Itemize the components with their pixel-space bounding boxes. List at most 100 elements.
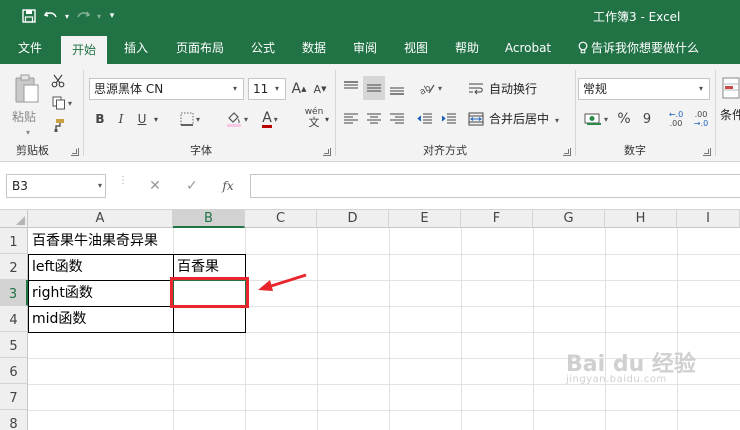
tab-insert[interactable]: 插入 bbox=[116, 32, 156, 64]
row-header-3[interactable]: 3 bbox=[0, 280, 28, 306]
chevron-down-icon: ▾ bbox=[698, 84, 703, 93]
cell-a4[interactable]: mid函数 bbox=[29, 307, 86, 331]
enter-icon[interactable]: ✓ bbox=[182, 176, 202, 196]
wrap-text-button[interactable]: 自动换行 bbox=[489, 78, 537, 100]
formula-bar-grip[interactable]: ⋮ bbox=[118, 176, 128, 194]
bottom-align-icon[interactable] bbox=[386, 76, 408, 100]
insert-function-icon[interactable]: fx bbox=[218, 176, 238, 196]
grow-font-button[interactable]: A ▲ bbox=[290, 78, 308, 100]
align-center-icon[interactable] bbox=[363, 108, 385, 130]
row-header-8[interactable]: 8 bbox=[0, 410, 28, 430]
tab-file[interactable]: 文件 bbox=[10, 32, 50, 64]
underline-dropdown-icon[interactable]: ▾ bbox=[150, 108, 162, 130]
number-launcher-icon[interactable] bbox=[703, 148, 711, 156]
row-header-4[interactable]: 4 bbox=[0, 306, 28, 332]
merge-center-icon[interactable] bbox=[466, 108, 486, 130]
conditional-format-icon[interactable] bbox=[722, 74, 740, 102]
tell-me-search[interactable]: 告诉我你想要做什么 bbox=[578, 32, 699, 64]
font-color-button[interactable]: A ▾ bbox=[257, 108, 283, 130]
font-launcher-icon[interactable] bbox=[323, 148, 331, 156]
tab-help[interactable]: 帮助 bbox=[447, 32, 487, 64]
decrease-decimal-label: .00 bbox=[694, 110, 708, 119]
customize-toolbar-icon[interactable]: ▾ bbox=[104, 6, 120, 26]
cell-b2[interactable]: 百香果 bbox=[174, 255, 219, 279]
paste-dropdown-icon[interactable]: ▾ bbox=[26, 122, 30, 144]
wrap-text-icon[interactable] bbox=[466, 78, 486, 100]
gridline bbox=[389, 228, 390, 430]
column-header-i[interactable]: I bbox=[677, 210, 740, 228]
select-all-corner[interactable] bbox=[0, 210, 28, 228]
column-header-g[interactable]: G bbox=[533, 210, 605, 228]
redo-icon[interactable] bbox=[72, 6, 94, 26]
copy-icon[interactable]: ▾ bbox=[48, 94, 76, 112]
column-header-e[interactable]: E bbox=[389, 210, 461, 228]
tab-acrobat[interactable]: Acrobat bbox=[498, 32, 558, 64]
top-align-icon[interactable] bbox=[340, 76, 362, 100]
tab-review[interactable]: 审阅 bbox=[345, 32, 385, 64]
tab-page-layout[interactable]: 页面布局 bbox=[168, 32, 232, 64]
bold-button[interactable]: B bbox=[92, 108, 108, 130]
align-right-icon[interactable] bbox=[386, 108, 408, 130]
annotation-highlight-box bbox=[170, 277, 249, 308]
row-header-1[interactable]: 1 bbox=[0, 228, 28, 254]
currency-icon bbox=[584, 113, 601, 125]
tab-data[interactable]: 数据 bbox=[294, 32, 334, 64]
column-header-b[interactable]: B bbox=[173, 210, 245, 228]
row-header-5[interactable]: 5 bbox=[0, 332, 28, 358]
cancel-icon[interactable]: ✕ bbox=[145, 176, 165, 196]
column-header-h[interactable]: H bbox=[605, 210, 677, 228]
group-separator bbox=[83, 70, 84, 156]
phonetic-dropdown-icon[interactable]: ▾ bbox=[322, 108, 332, 130]
name-box[interactable]: B3 ▾ bbox=[6, 174, 106, 198]
borders-button[interactable]: ▾ bbox=[176, 108, 204, 130]
chevron-down-icon: ▾ bbox=[97, 181, 102, 190]
row-header-2[interactable]: 2 bbox=[0, 254, 28, 280]
gridline bbox=[605, 228, 606, 430]
clipboard-launcher-icon[interactable] bbox=[71, 148, 79, 156]
shrink-font-button[interactable]: A ▼ bbox=[311, 78, 329, 100]
cut-icon[interactable] bbox=[48, 72, 68, 90]
lightbulb-icon bbox=[578, 32, 588, 64]
currency-format-button[interactable]: ▾ bbox=[580, 108, 612, 130]
paste-icon[interactable] bbox=[10, 72, 44, 106]
column-header-f[interactable]: F bbox=[461, 210, 533, 228]
fill-color-button[interactable]: ▾ bbox=[222, 108, 252, 130]
cell-a3[interactable]: right函数 bbox=[29, 281, 93, 305]
tab-view[interactable]: 视图 bbox=[396, 32, 436, 64]
italic-button[interactable]: I bbox=[113, 108, 129, 130]
cell-a1[interactable]: 百香果牛油果奇异果 bbox=[29, 229, 158, 253]
column-header-c[interactable]: C bbox=[245, 210, 317, 228]
alignment-launcher-icon[interactable] bbox=[563, 148, 571, 156]
merge-center-button[interactable]: 合并后居中 ▾ bbox=[489, 108, 559, 130]
formula-input[interactable] bbox=[250, 174, 740, 198]
decrease-indent-icon[interactable] bbox=[414, 108, 436, 130]
middle-align-icon[interactable] bbox=[363, 76, 385, 100]
column-header-a[interactable]: A bbox=[28, 210, 173, 228]
format-painter-icon[interactable] bbox=[48, 116, 68, 134]
undo-icon[interactable] bbox=[40, 6, 62, 26]
column-header-d[interactable]: D bbox=[317, 210, 389, 228]
comma-style-button[interactable]: 9 bbox=[637, 108, 657, 130]
row-header-6[interactable]: 6 bbox=[0, 358, 28, 384]
row-header-7[interactable]: 7 bbox=[0, 384, 28, 410]
font-name-combo[interactable]: 思源黑体 CN ▾ bbox=[89, 78, 244, 100]
redo-dropdown-icon[interactable]: ▾ bbox=[94, 6, 104, 26]
orientation-button[interactable]: ab ▾ bbox=[414, 76, 446, 100]
paste-button[interactable]: 粘贴 bbox=[12, 106, 36, 128]
tab-formulas[interactable]: 公式 bbox=[243, 32, 283, 64]
undo-dropdown-icon[interactable]: ▾ bbox=[62, 6, 72, 26]
underline-button[interactable]: U bbox=[134, 108, 150, 130]
conditional-format-button[interactable]: 条件 bbox=[720, 104, 740, 126]
save-icon[interactable] bbox=[18, 6, 40, 26]
align-left-icon[interactable] bbox=[340, 108, 362, 130]
tab-home[interactable]: 开始 bbox=[61, 36, 107, 64]
number-format-combo[interactable]: 常规 ▾ bbox=[578, 78, 710, 100]
cell-a2[interactable]: left函数 bbox=[29, 255, 83, 279]
watermark: Bai du 经验 jingyan.baidu.com bbox=[566, 346, 696, 385]
group-separator bbox=[335, 70, 336, 156]
percent-style-button[interactable]: % bbox=[614, 108, 634, 130]
font-size-combo[interactable]: 11 ▾ bbox=[248, 78, 286, 100]
increase-decimal-button[interactable]: ←.0.00 bbox=[665, 108, 687, 130]
increase-indent-icon[interactable] bbox=[438, 108, 460, 130]
decrease-decimal-button[interactable]: .00 →.0 bbox=[690, 108, 712, 130]
